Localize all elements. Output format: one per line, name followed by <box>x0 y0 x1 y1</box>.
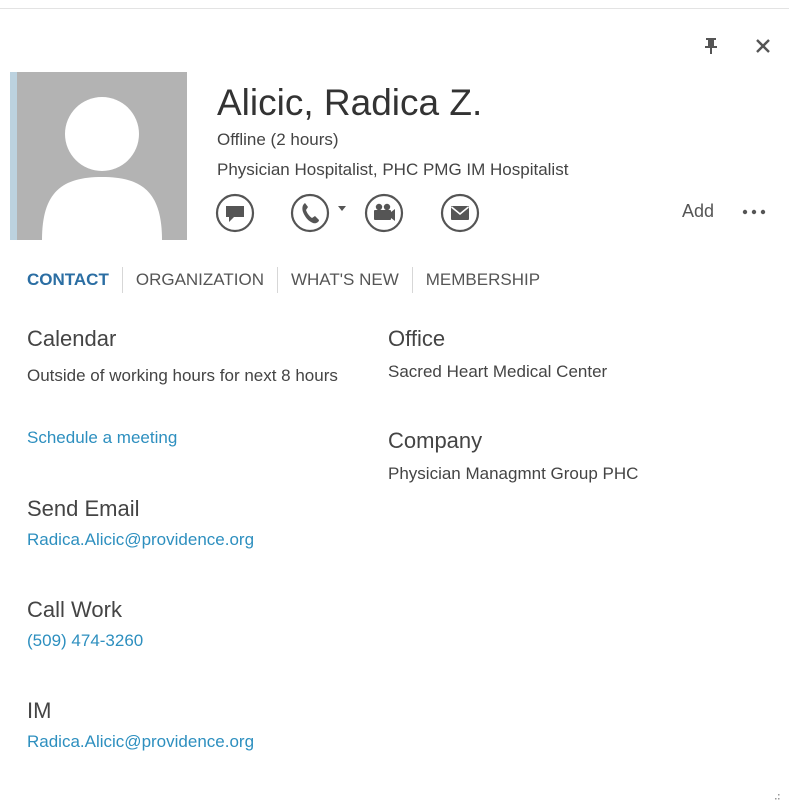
contact-name: Alicic, Radica Z. <box>217 82 483 123</box>
tab-whats-new[interactable]: WHAT'S NEW <box>291 270 399 290</box>
envelope-icon <box>440 193 480 233</box>
tab-contact[interactable]: CONTACT <box>27 270 109 290</box>
tab-membership[interactable]: MEMBERSHIP <box>426 270 540 290</box>
im-address-link[interactable]: Radica.Alicic@providence.org <box>27 732 254 752</box>
more-ellipsis-icon <box>742 209 766 215</box>
tab-organization[interactable]: ORGANIZATION <box>136 270 264 290</box>
pin-icon <box>705 38 717 54</box>
add-contact-link[interactable]: Add <box>682 201 714 222</box>
pin-button[interactable] <box>699 34 723 58</box>
presence-indicator <box>10 72 17 240</box>
top-border <box>0 8 789 9</box>
video-call-button[interactable] <box>364 193 404 233</box>
send-email-button[interactable] <box>440 193 480 233</box>
close-icon <box>756 39 770 53</box>
phone-icon <box>290 193 330 233</box>
company-label: Company <box>388 428 483 453</box>
email-link[interactable]: Radica.Alicic@providence.org <box>27 530 254 550</box>
tab-bar: CONTACT ORGANIZATION WHAT'S NEW MEMBERSH… <box>27 266 540 294</box>
avatar <box>17 72 187 240</box>
send-im-button[interactable] <box>215 193 255 233</box>
tab-divider <box>121 267 123 293</box>
presence-status: Offline (2 hours) <box>217 130 339 149</box>
calendar-status: Outside of working hours for next 8 hour… <box>27 366 338 385</box>
more-options-button[interactable] <box>740 199 770 223</box>
contact-photo-area <box>10 72 187 240</box>
resize-grip[interactable] <box>773 788 781 800</box>
close-button[interactable] <box>751 34 775 58</box>
chat-bubble-icon <box>215 193 255 233</box>
chevron-down-icon <box>338 206 346 211</box>
call-options-dropdown[interactable] <box>336 200 348 216</box>
tab-divider <box>411 267 413 293</box>
resize-grip-icon <box>775 794 780 800</box>
call-button[interactable] <box>290 193 330 233</box>
im-label: IM <box>27 698 52 723</box>
calendar-label: Calendar <box>27 326 117 351</box>
send-email-label: Send Email <box>27 496 140 521</box>
office-value: Sacred Heart Medical Center <box>388 362 608 381</box>
job-title: Physician Hospitalist, PHC PMG IM Hospit… <box>217 160 569 179</box>
office-label: Office <box>388 326 446 351</box>
company-value: Physician Managmnt Group PHC <box>388 464 639 483</box>
schedule-meeting-link[interactable]: Schedule a meeting <box>27 428 177 448</box>
phone-link[interactable]: (509) 474-3260 <box>27 631 143 651</box>
tab-divider <box>276 267 278 293</box>
video-camera-icon <box>364 193 404 233</box>
call-work-label: Call Work <box>27 597 122 622</box>
person-silhouette-icon <box>42 97 162 240</box>
contact-card: Alicic, Radica Z. Offline (2 hours) Phys… <box>0 0 789 807</box>
